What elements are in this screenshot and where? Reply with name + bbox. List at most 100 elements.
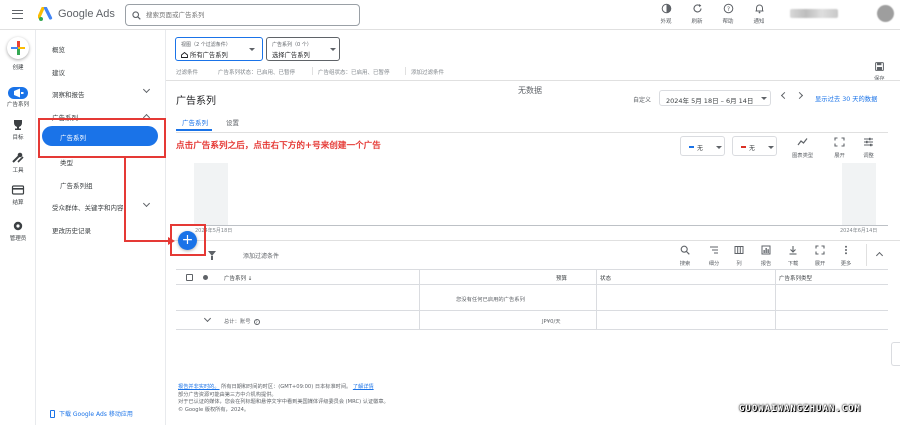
reports-button[interactable]: 报告 xyxy=(756,245,776,267)
search-box[interactable] xyxy=(125,4,360,26)
filter-line-label: 过滤条件 xyxy=(176,70,199,76)
expand-icon xyxy=(834,137,845,147)
chevron-down-icon[interactable] xyxy=(203,314,212,323)
admin-icon[interactable] xyxy=(11,220,25,232)
header-budget[interactable]: 预算 xyxy=(556,274,567,282)
nav-audiences[interactable]: 受众群体、关键字和内容 xyxy=(52,202,124,212)
previous-period-icon[interactable] xyxy=(780,91,789,100)
next-period-icon[interactable] xyxy=(795,91,804,100)
table-header: 广告系列 ↓ 预算 状态 广告系列类型 xyxy=(176,269,888,285)
campaign-filter-value: 选择广告系列 xyxy=(272,52,310,59)
annotation-arrow-line xyxy=(124,240,168,242)
view-filter-count: 视图（2 个过滤条件） xyxy=(181,42,231,48)
segment-button[interactable]: 细分 xyxy=(704,245,724,267)
adjust-icon xyxy=(864,137,873,147)
table-expand-button[interactable]: 展开 xyxy=(810,245,830,267)
nav-recommendations[interactable]: 建议 xyxy=(52,67,65,77)
series-2-swatch xyxy=(741,146,746,148)
billing-icon[interactable] xyxy=(11,184,25,196)
mobile-app-link[interactable]: 下载 Google Ads 移动应用 xyxy=(50,409,133,418)
nav-overview[interactable]: 概览 xyxy=(52,44,65,54)
campaign-filter-count: 广告系列（0 个） xyxy=(272,42,312,48)
phone-icon xyxy=(50,409,55,418)
download-icon xyxy=(789,246,797,255)
chart-type-icon xyxy=(797,138,808,146)
goals-icon[interactable] xyxy=(11,119,25,131)
refresh-button[interactable]: 刷新 xyxy=(686,3,708,25)
help-button[interactable]: ? 帮助 xyxy=(717,3,739,25)
avatar[interactable] xyxy=(877,5,894,22)
nav-ad-groups[interactable]: 类型 xyxy=(60,157,73,167)
toolbar-divider xyxy=(166,240,900,241)
metric-1-select[interactable]: 无 xyxy=(680,136,725,156)
header-campaign[interactable]: 广告系列 ↓ xyxy=(224,274,252,282)
save-button[interactable]: 保存 xyxy=(874,62,885,82)
dropdown-arrow-icon xyxy=(761,97,767,100)
chart-adjust-button[interactable]: 调整 xyxy=(863,137,874,159)
axis-end-date: 2024年6月14日 xyxy=(840,228,878,234)
footer-line-3: 对于已认证的媒体，您会在列标题和悬停文字中看到美国媒体评级委员会 (MRC) 认… xyxy=(178,399,389,405)
chevron-down-icon[interactable] xyxy=(142,199,151,208)
chart-type-button[interactable]: 图表类型 xyxy=(792,137,813,159)
notifications-button[interactable]: 通知 xyxy=(748,3,770,25)
view-filter-dropdown[interactable]: 视图（2 个过滤条件） 所有广告系列 xyxy=(175,37,263,61)
nav-campaign-groups[interactable]: 广告系列组 xyxy=(60,180,93,190)
header-campaign-type[interactable]: 广告系列类型 xyxy=(779,274,812,282)
last-30-days-link[interactable]: 显示过去 30 天的数据 xyxy=(815,94,877,103)
feedback-side-tab[interactable] xyxy=(891,342,900,366)
chevron-up-icon[interactable] xyxy=(875,251,884,260)
more-icon xyxy=(845,245,847,255)
more-button[interactable]: 更多 xyxy=(836,245,856,267)
dropdown-arrow-icon xyxy=(716,145,722,149)
create-label: 创建 xyxy=(12,65,24,71)
help-icon[interactable]: ? xyxy=(253,318,260,325)
bell-icon xyxy=(755,4,763,14)
nav-change-history[interactable]: 更改历史记录 xyxy=(52,225,91,235)
tab-campaigns[interactable]: 广告系列 xyxy=(182,117,208,127)
menu-icon[interactable] xyxy=(12,10,23,19)
search-input[interactable] xyxy=(146,11,346,19)
filter-icon[interactable] xyxy=(208,251,216,260)
filter-chip-campaign-status[interactable]: 广告系列状态：已启用、已暂停 xyxy=(218,68,295,76)
chart-type-label: 图表类型 xyxy=(792,153,814,159)
rail-label-admin: 管理员 xyxy=(9,236,27,242)
download-button[interactable]: 下载 xyxy=(783,245,803,267)
filter-chip-adgroup-status[interactable]: 广告组状态：已启用、已暂停 xyxy=(318,68,390,76)
mobile-app-label: 下载 Google Ads 移动应用 xyxy=(59,411,133,418)
metric-2-select[interactable]: 无 xyxy=(732,136,777,156)
learn-more-link[interactable]: 了解详情 xyxy=(353,384,374,390)
date-range-type: 自定义 xyxy=(633,97,652,104)
appearance-button[interactable]: 外观 xyxy=(655,3,677,25)
select-all-checkbox[interactable] xyxy=(186,274,193,281)
nav-insights[interactable]: 洞察和报告 xyxy=(52,89,85,99)
appearance-icon xyxy=(661,3,671,14)
notifications-label: 通知 xyxy=(753,19,765,25)
footer: 报告并非实时的。 所有日期和时间的时区：(GMT+09:00) 日本标准时间。 … xyxy=(178,384,389,414)
toolbar-divider xyxy=(866,244,867,266)
chip-divider xyxy=(312,67,313,75)
campaign-filter-dropdown[interactable]: 广告系列（0 个） 选择广告系列 xyxy=(266,37,340,61)
google-ads-logo-icon xyxy=(38,7,53,21)
rail-label-campaigns: 广告系列 xyxy=(6,102,29,108)
chevron-down-icon[interactable] xyxy=(142,85,151,94)
chart-expand-button[interactable]: 展开 xyxy=(834,137,845,159)
empty-table-message: 您没有任何已启用的广告系列 xyxy=(456,297,525,303)
chart-x-axis xyxy=(176,225,888,226)
columns-button[interactable]: 列 xyxy=(729,245,749,267)
total-row: 总计：账号? JP¥0/天 xyxy=(176,311,888,330)
help-icon: ? xyxy=(723,3,733,14)
search-icon xyxy=(680,245,690,255)
create-button[interactable] xyxy=(7,37,29,59)
report-info-link[interactable]: 报告并非实时的。 xyxy=(178,384,220,390)
tab-settings[interactable]: 设置 xyxy=(226,117,239,127)
secondary-nav: 概览 建议 洞察和报告 广告系列 广告系列 类型 广告系列组 受众群体、关键字和… xyxy=(36,30,166,425)
more-label: 更多 xyxy=(840,261,852,267)
chip-divider xyxy=(405,67,406,75)
table-add-filter[interactable]: 添加过滤条件 xyxy=(243,251,279,260)
header-status[interactable]: 状态 xyxy=(600,274,611,282)
table-search-button[interactable]: 搜索 xyxy=(675,245,695,267)
add-filter-link[interactable]: 添加过滤条件 xyxy=(411,68,444,76)
tools-icon[interactable] xyxy=(11,152,25,164)
account-name-blurred[interactable] xyxy=(790,9,838,18)
date-range-picker[interactable]: 2024年 5月 18日 – 6月 14日 xyxy=(659,90,771,106)
